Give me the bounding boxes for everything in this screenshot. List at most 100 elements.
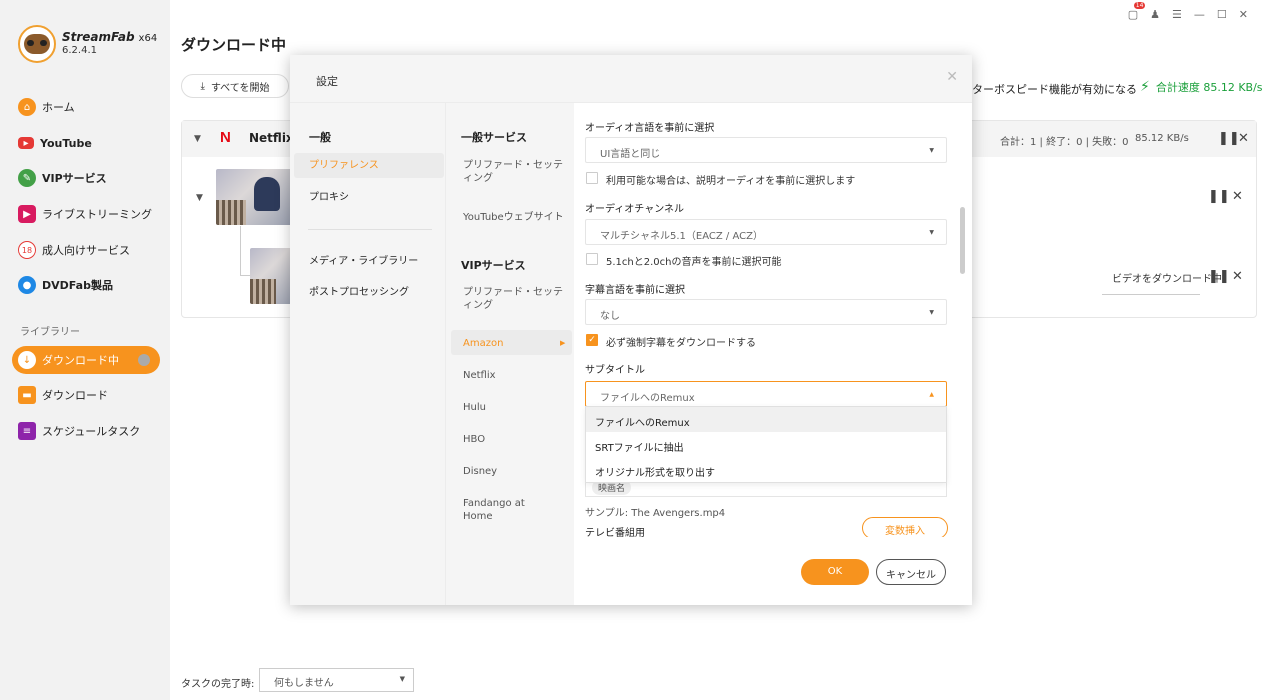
- youtube-icon: ▸: [18, 137, 34, 149]
- pause-icon[interactable]: ❚❚: [1218, 131, 1240, 146]
- audio-desc-checkbox[interactable]: [586, 172, 598, 184]
- download-icon: ↓: [18, 351, 36, 369]
- sidebar-item-dvdfab[interactable]: ● DVDFab製品: [12, 271, 160, 299]
- sidebar-item-downloaded[interactable]: ▬ ダウンロード: [12, 381, 160, 409]
- close-icon[interactable]: ✕: [1238, 131, 1249, 146]
- divider: [308, 229, 432, 230]
- netflix-logo: N: [220, 129, 231, 146]
- nav-preferred-settings-vip[interactable]: プリファード・セッティング: [463, 286, 563, 312]
- general-services-heading: 一般サービス: [461, 131, 527, 144]
- service-nav: 一般サービス プリファード・セッティング YouTubeウェブサイト VIPサー…: [445, 103, 574, 605]
- chevron-down-icon: ▼: [929, 309, 934, 316]
- scrollbar[interactable]: [960, 207, 965, 274]
- pause-icon[interactable]: ❚❚: [1208, 189, 1230, 204]
- collapse-icon[interactable]: ▼: [194, 134, 201, 144]
- cancel-button[interactable]: キャンセル: [876, 559, 946, 585]
- folder-icon: ▬: [18, 386, 36, 404]
- nav-amazon[interactable]: Amazon: [463, 337, 503, 350]
- minimize-icon[interactable]: —: [1194, 8, 1205, 21]
- chevron-down-icon: ▼: [929, 147, 934, 154]
- completion-label: タスクの完了時:: [181, 679, 255, 690]
- close-icon[interactable]: ✕: [1232, 269, 1243, 284]
- nav-fandango[interactable]: Fandango at Home: [463, 497, 553, 523]
- download-icon: ⤓: [200, 80, 205, 92]
- forced-sub-label: 必ず強制字幕をダウンロードする: [606, 338, 756, 349]
- subtitle-lang-select[interactable]: なし ▼: [585, 299, 947, 325]
- chevron-up-icon: ▲: [929, 391, 934, 398]
- live-icon: ▶: [18, 205, 36, 223]
- turbo-link[interactable]: ターボスピード機能が有効になる: [972, 81, 1137, 97]
- nav-youtube-website[interactable]: YouTubeウェブサイト: [463, 211, 564, 224]
- sidebar-item-home[interactable]: ⌂ ホーム: [12, 93, 160, 121]
- bolt-icon: ⚡: [1140, 79, 1150, 95]
- task-speed: 85.12 KB/s: [1135, 133, 1189, 144]
- dvdfab-icon: ●: [18, 276, 36, 294]
- audio-lang-select[interactable]: UI言語と同じ ▼: [585, 137, 947, 163]
- ok-button[interactable]: OK: [801, 559, 869, 585]
- shirt-icon[interactable]: ♟: [1150, 8, 1160, 21]
- task-stats: 合計：1 | 終了：0 | 失敗：0: [1000, 137, 1129, 148]
- nav-proxy[interactable]: プロキシ: [309, 191, 349, 204]
- task-name: Netflix: [249, 131, 294, 145]
- audio-desc-label: 利用可能な場合は、説明オーディオを事前に選択します: [606, 176, 856, 187]
- nav-preferred-settings-general[interactable]: プリファード・セッティング: [463, 159, 563, 185]
- chevron-down-icon: ▼: [399, 675, 405, 683]
- vip-services-heading: VIPサービス: [461, 259, 526, 272]
- sidebar-item-vip[interactable]: ✎ VIPサービス: [12, 164, 160, 192]
- subtitle-dropdown: ファイルへのRemux SRTファイルに抽出 オリジナル形式を取り出す: [585, 406, 947, 483]
- audio-channel-select[interactable]: マルチシャネル5.1（EACZ / ACZ） ▼: [585, 219, 947, 245]
- nav-disney[interactable]: Disney: [463, 465, 497, 478]
- schedule-icon: ≡: [18, 422, 36, 440]
- notification-icon[interactable]: ▢ 14: [1128, 2, 1146, 21]
- page-title: ダウンロード中: [181, 36, 287, 54]
- nav-hbo[interactable]: HBO: [463, 433, 485, 446]
- episode-thumbnail: [250, 248, 294, 304]
- total-speed: ⚡ 合計速度 85.12 KB/s: [1140, 79, 1263, 95]
- sample-filename: サンプル: The Avengers.mp4: [585, 508, 726, 519]
- subtitle-select[interactable]: ファイルへのRemux ▲: [585, 381, 947, 407]
- nav-media-library[interactable]: メディア・ライブラリー: [309, 255, 418, 268]
- sidebar-item-youtube[interactable]: ▸ YouTube: [12, 129, 160, 157]
- completion-select[interactable]: 何もしません ▼: [259, 668, 414, 692]
- library-section-label: ライブラリー: [20, 327, 80, 338]
- nav-general-heading: 一般: [309, 131, 331, 144]
- subtitle-lang-label: 字幕言語を事前に選択: [585, 285, 685, 296]
- dropdown-option[interactable]: オリジナル形式を取り出す: [586, 457, 946, 482]
- dropdown-option[interactable]: ファイルへのRemux: [586, 407, 946, 432]
- brand-name: StreamFab x64: [62, 30, 158, 44]
- expand-icon[interactable]: ▼: [196, 193, 203, 203]
- settings-nav: 一般 プリファレンス プロキシ メディア・ライブラリー ポストプロセッシング: [290, 103, 445, 605]
- sidebar: StreamFab x64 6.2.4.1 ⌂ ホーム ▸ YouTube ✎ V…: [0, 0, 170, 700]
- pause-icon[interactable]: ❚❚: [1208, 269, 1230, 284]
- close-icon[interactable]: ✕: [1239, 8, 1248, 21]
- maximize-icon[interactable]: ☐: [1217, 8, 1227, 21]
- sidebar-item-schedule[interactable]: ≡ スケジュールタスク: [12, 417, 160, 445]
- app-logo: [18, 25, 56, 63]
- dropdown-option[interactable]: SRTファイルに抽出: [586, 432, 946, 457]
- channel-checkbox[interactable]: [586, 253, 598, 265]
- nav-hulu[interactable]: Hulu: [463, 401, 486, 414]
- chevron-right-icon: ▶: [560, 339, 566, 347]
- window-controls: ▢ 14 ♟ ☰ — ☐ ✕: [1128, 2, 1248, 21]
- close-icon[interactable]: ✕: [946, 69, 958, 85]
- menu-icon[interactable]: ☰: [1172, 8, 1182, 21]
- audio-channel-label: オーディオチャンネル: [585, 204, 684, 215]
- subtitle-label: サブタイトル: [585, 365, 645, 376]
- chevron-down-icon: ▼: [929, 229, 934, 236]
- sidebar-item-adult[interactable]: 18 成人向けサービス: [12, 236, 160, 264]
- nav-preferences[interactable]: プリファレンス: [309, 159, 379, 172]
- dialog-header: 設定 ✕: [290, 55, 972, 103]
- tree-connector: [240, 226, 250, 276]
- key-icon: ✎: [18, 169, 36, 187]
- progress-bar: [1102, 294, 1200, 295]
- settings-dialog: 設定 ✕ 一般 プリファレンス プロキシ メディア・ライブラリー ポストプロセッ…: [290, 55, 972, 605]
- close-icon[interactable]: ✕: [1232, 189, 1243, 204]
- forced-sub-checkbox[interactable]: ✓: [586, 334, 598, 346]
- insert-variable-button[interactable]: 変数挿入: [862, 517, 948, 539]
- download-status: ビデオをダウンロード中: [1112, 274, 1222, 285]
- sidebar-item-live[interactable]: ▶ ライブストリーミング: [12, 200, 160, 228]
- nav-post-processing[interactable]: ポストプロセッシング: [309, 286, 409, 299]
- nav-netflix[interactable]: Netflix: [463, 369, 496, 382]
- start-all-button[interactable]: ⤓ すべてを開始: [181, 74, 289, 98]
- sidebar-item-downloading[interactable]: ↓ ダウンロード中: [12, 346, 160, 374]
